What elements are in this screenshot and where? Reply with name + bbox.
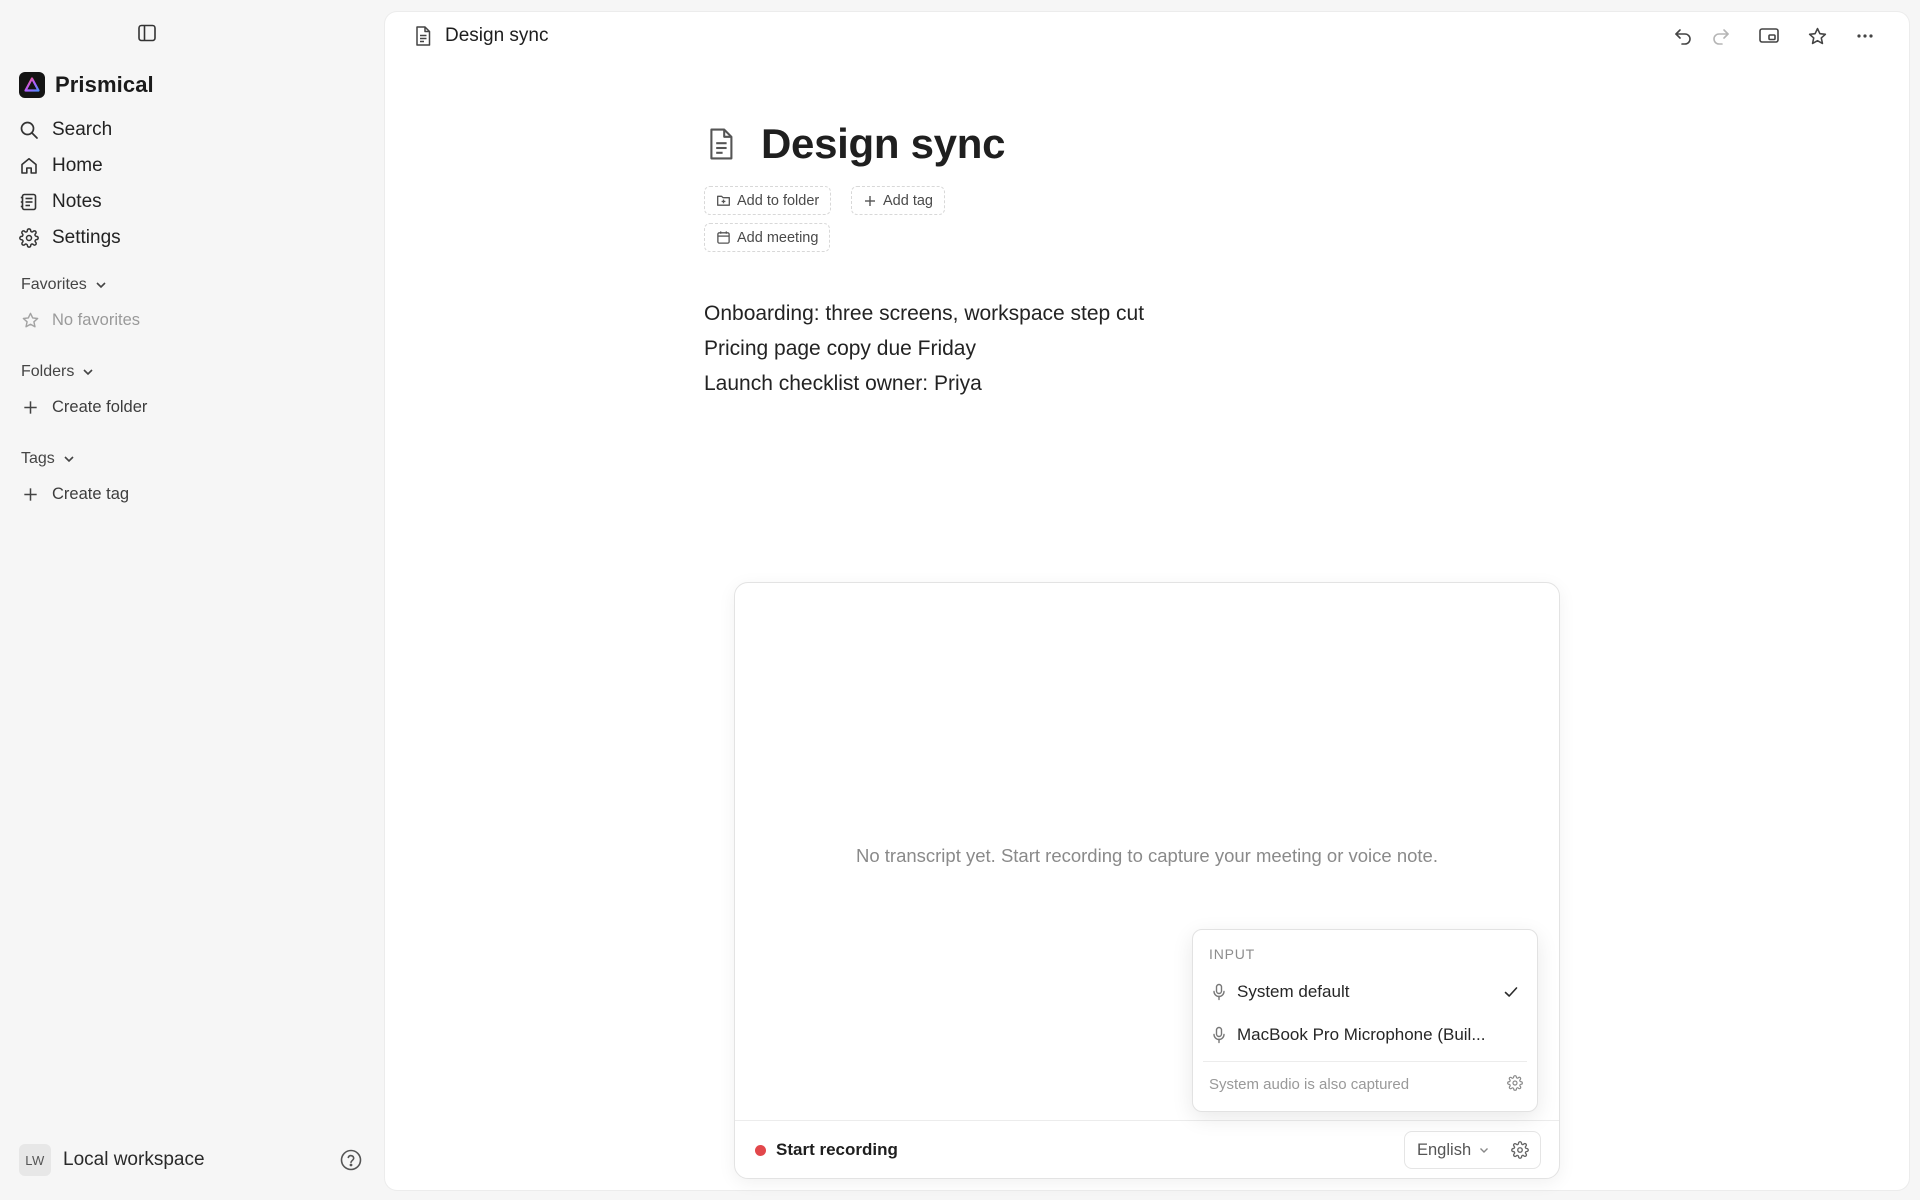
sidebar-item-settings[interactable]: Settings: [19, 220, 359, 256]
favorites-empty: No favorites: [21, 311, 140, 330]
star-icon: [21, 311, 40, 330]
gear-icon: [19, 228, 39, 248]
transcript-footer: Start recording English: [735, 1120, 1559, 1178]
input-device-menu: INPUT System default MacBook Pro Microph…: [1192, 929, 1538, 1112]
section-title: Favorites: [21, 276, 87, 293]
chevron-down-icon: [62, 452, 76, 466]
plus-icon: [21, 398, 40, 417]
plus-icon: [863, 194, 877, 208]
document-line[interactable]: Launch checklist owner: Priya: [704, 366, 1144, 401]
sidebar: Prismical Search Home Notes Settings Fav…: [0, 0, 384, 1200]
plus-icon: [21, 485, 40, 504]
chevron-down-icon: [81, 365, 95, 379]
language-select[interactable]: English: [1405, 1132, 1501, 1168]
language-controls: English: [1404, 1131, 1541, 1169]
transcript-empty-message: No transcript yet. Start recording to ca…: [855, 845, 1438, 866]
create-folder-button[interactable]: Create folder: [21, 398, 147, 417]
search-icon: [19, 120, 39, 140]
chevron-down-icon: [1478, 1144, 1490, 1156]
microphone-icon: [1211, 1026, 1227, 1044]
sidebar-item-label: Notes: [52, 191, 102, 212]
section-title: Folders: [21, 363, 75, 380]
folder-plus-icon: [716, 193, 731, 208]
start-recording-button[interactable]: Start recording: [755, 1135, 898, 1165]
add-meeting-button[interactable]: Add meeting: [704, 223, 831, 252]
workspace-name: Local workspace: [63, 1149, 205, 1170]
document-title[interactable]: Design sync: [761, 120, 1005, 168]
notes-icon: [19, 192, 39, 212]
document-line[interactable]: Onboarding: three screens, workspace ste…: [704, 296, 1144, 331]
sidebar-nav: Search Home Notes Settings: [19, 112, 359, 256]
document-icon: [413, 25, 433, 47]
microphone-icon: [1211, 983, 1227, 1001]
star-icon[interactable]: [1803, 22, 1831, 50]
topbar-actions: [1669, 22, 1879, 50]
audio-settings-gear-icon[interactable]: [1501, 1132, 1539, 1168]
calendar-plus-icon: [716, 230, 731, 245]
avatar: LW: [19, 1144, 51, 1176]
prismical-logo-icon: [19, 72, 45, 98]
gear-icon[interactable]: [1507, 1075, 1523, 1091]
more-icon[interactable]: [1851, 22, 1879, 50]
document-line[interactable]: Pricing page copy due Friday: [704, 331, 1144, 366]
add-tag-button[interactable]: Add tag: [851, 186, 945, 215]
record-dot-icon: [755, 1144, 766, 1156]
app-brand[interactable]: Prismical: [19, 71, 154, 99]
chevron-down-icon: [94, 278, 108, 292]
help-icon[interactable]: [339, 1148, 363, 1172]
present-icon[interactable]: [1755, 22, 1783, 50]
add-to-folder-button[interactable]: Add to folder: [704, 186, 832, 215]
language-value: English: [1417, 1140, 1472, 1159]
system-audio-note: System audio is also captured: [1209, 1076, 1410, 1093]
app-name: Prismical: [55, 72, 154, 97]
sidebar-item-label: Settings: [52, 227, 121, 248]
main-panel: Design sync Design sync Add to folder Ad…: [385, 12, 1909, 1190]
sidebar-item-label: Home: [52, 155, 103, 176]
topbar-breadcrumb: Design sync: [413, 20, 549, 52]
redo-icon[interactable]: [1707, 22, 1735, 50]
menu-heading: INPUT: [1209, 946, 1255, 962]
document-body[interactable]: Onboarding: three screens, workspace ste…: [704, 296, 1144, 401]
sidebar-toggle-icon[interactable]: [134, 20, 160, 46]
home-icon: [19, 156, 39, 176]
folders-section-toggle[interactable]: Folders: [21, 363, 95, 381]
undo-icon[interactable]: [1669, 22, 1697, 50]
page-title: Design sync: [445, 25, 549, 46]
favorites-section-toggle[interactable]: Favorites: [21, 276, 108, 294]
sidebar-item-search[interactable]: Search: [19, 112, 359, 148]
sidebar-item-home[interactable]: Home: [19, 148, 359, 184]
sidebar-item-label: Search: [52, 119, 113, 140]
sidebar-item-notes[interactable]: Notes: [19, 184, 359, 220]
input-option-macbook-microphone[interactable]: MacBook Pro Microphone (Buil...: [1199, 1016, 1531, 1054]
input-option-system-default[interactable]: System default: [1199, 973, 1531, 1011]
create-tag-button[interactable]: Create tag: [21, 485, 129, 504]
checkmark-icon: [1503, 984, 1519, 1000]
section-title: Tags: [21, 450, 55, 467]
document-icon: [705, 126, 737, 162]
menu-divider: [1203, 1061, 1527, 1062]
document-header: Design sync: [705, 120, 1005, 168]
tags-section-toggle[interactable]: Tags: [21, 450, 76, 468]
workspace-switcher[interactable]: LW Local workspace: [19, 1144, 205, 1176]
